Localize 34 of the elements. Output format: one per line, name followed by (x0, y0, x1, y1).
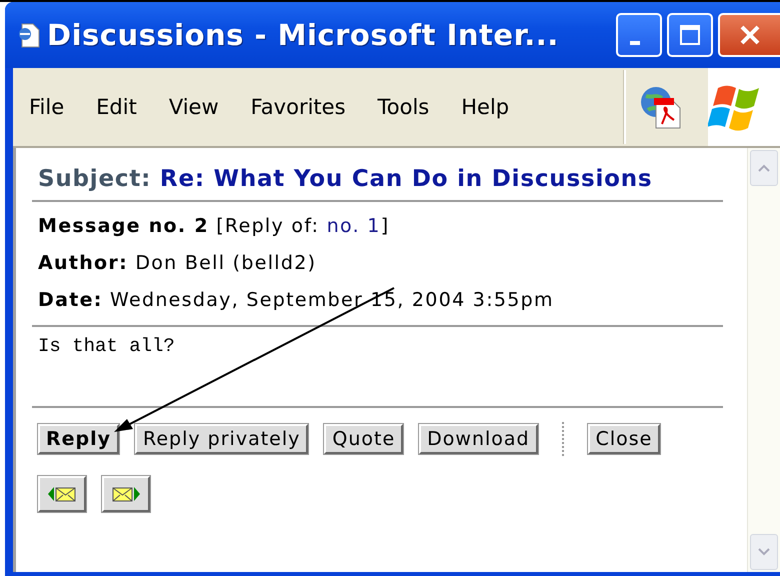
down-chevron-icon (757, 547, 771, 557)
message-date: Wednesday, September 15, 2004 3:55pm (110, 289, 554, 311)
action-button[interactable]: Reply (38, 424, 120, 454)
message-body: Is that all? (38, 335, 175, 357)
menu-item[interactable]: Help (461, 95, 510, 119)
action-button[interactable]: Quote (324, 424, 404, 454)
bracket-text: ] (380, 215, 390, 237)
action-button[interactable]: Download (419, 424, 538, 454)
author-name: Don Bell (belld2) (135, 252, 316, 274)
author-label: Author: (38, 252, 128, 274)
up-chevron-icon (757, 163, 771, 173)
menu-item[interactable]: File (29, 95, 64, 119)
reply-of-link[interactable]: no. 1 (326, 215, 381, 237)
window-title: Discussions - Microsoft Inter... (47, 18, 559, 52)
menu-item[interactable]: Tools (378, 95, 430, 119)
menu-item[interactable]: View (168, 95, 219, 119)
maximize-icon (678, 23, 702, 47)
minimize-icon (630, 41, 640, 45)
menu-item[interactable]: Favorites (250, 95, 346, 119)
close-button[interactable] (718, 13, 780, 57)
message-subject: Subject: Re: What You Can Do in Discussions (37, 165, 654, 194)
previous-message-button[interactable] (38, 476, 86, 512)
message-number: Message no. 2 (38, 215, 209, 237)
date-label: Date: (38, 289, 103, 311)
next-message-button[interactable] (102, 476, 150, 512)
maximize-button[interactable] (667, 13, 713, 57)
minimize-button[interactable] (616, 13, 662, 57)
action-button[interactable]: Reply privately (135, 424, 308, 454)
envelope-left-arrow-icon (47, 485, 77, 503)
menu-item[interactable]: Edit (96, 95, 137, 119)
action-button[interactable]: Close (588, 424, 660, 454)
reply-of-label: [Reply of: (216, 215, 320, 237)
envelope-right-arrow-icon (111, 485, 141, 503)
page-icon (17, 22, 41, 48)
